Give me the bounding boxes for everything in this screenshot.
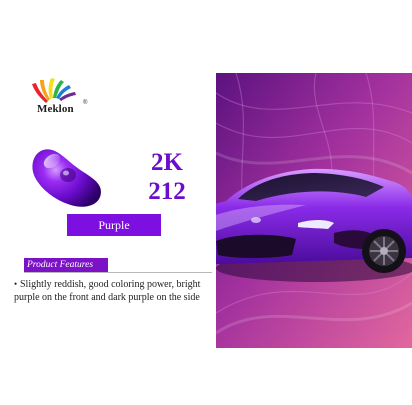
- color-name-label: Purple: [67, 214, 161, 236]
- product-code-line-1: 2K: [151, 149, 183, 176]
- features-title: Product Features: [24, 258, 108, 273]
- brand-name: Meklon: [37, 103, 74, 115]
- features-divider: [24, 272, 212, 273]
- paint-swatch-icon: [32, 149, 101, 207]
- purple-sports-car-photo: [216, 73, 412, 348]
- product-code-line-2: 212: [148, 178, 186, 205]
- brand-logo: Meklon ®: [24, 76, 104, 120]
- features-text: Slightly reddish, good coloring power, b…: [14, 279, 201, 303]
- features-description: • Slightly reddish, good coloring power, …: [14, 278, 214, 304]
- registered-mark: ®: [83, 100, 88, 106]
